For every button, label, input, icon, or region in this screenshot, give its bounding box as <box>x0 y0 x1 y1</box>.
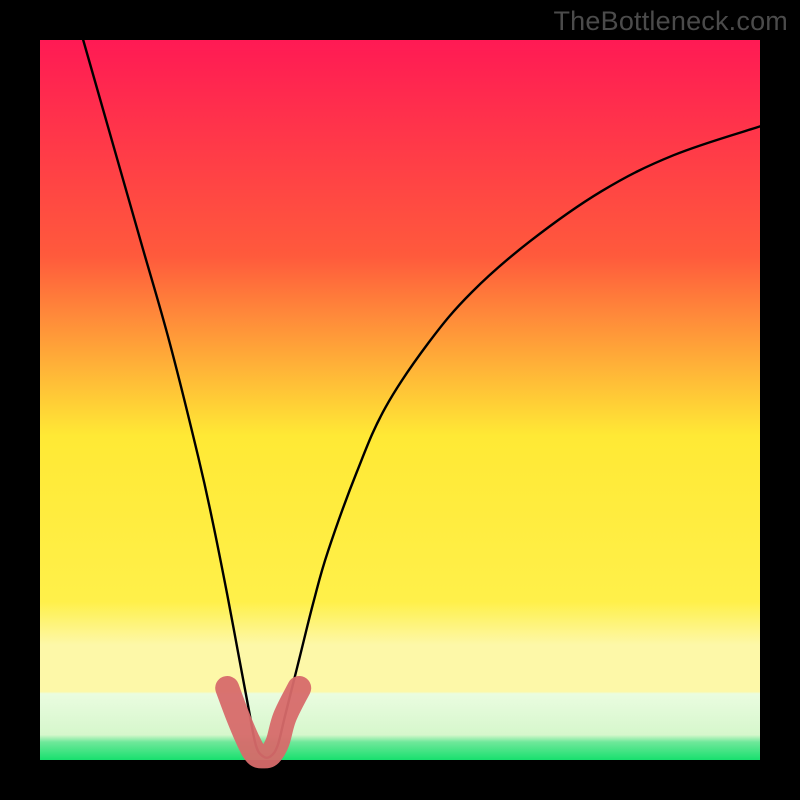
bottleneck-chart <box>0 0 800 800</box>
chart-frame: TheBottleneck.com <box>0 0 800 800</box>
watermark-label: TheBottleneck.com <box>553 6 788 37</box>
